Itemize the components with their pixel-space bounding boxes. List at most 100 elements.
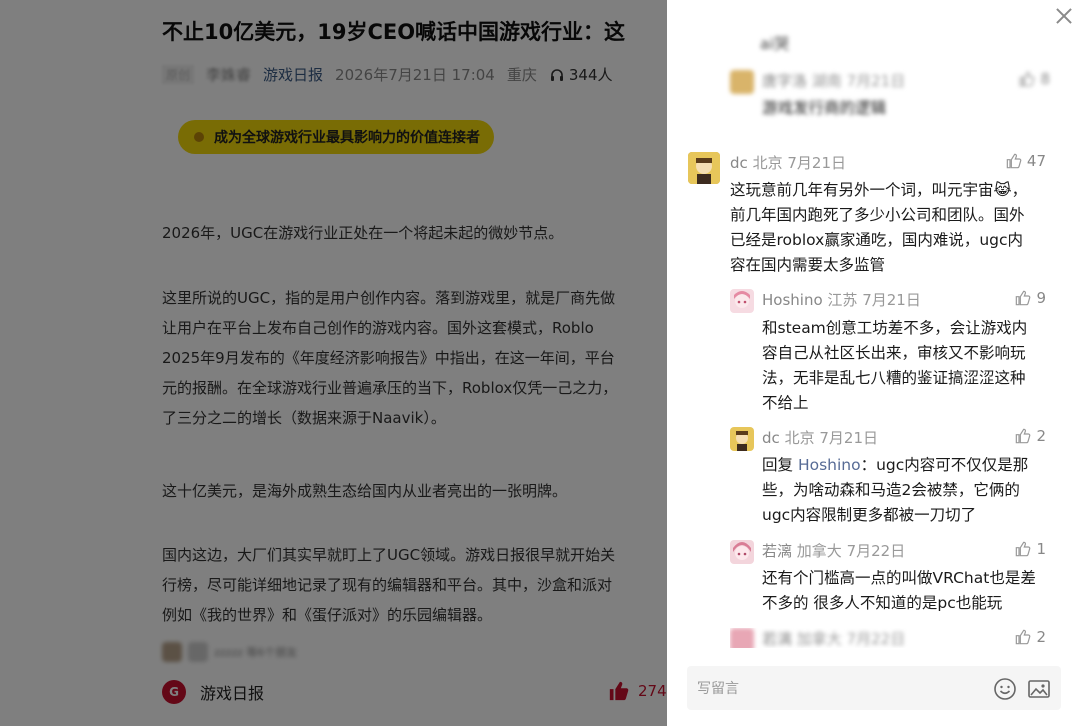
article-line: 行榜，尽可能详细地记录了现有的编辑器和平台。其中，沙盒和派对 [162,576,613,594]
reply-to-name[interactable]: Hoshino [798,456,861,474]
article-line: 2025年9月发布的《年度经济影响报告》中指出，在这一年间，平台 [162,349,615,367]
comments-panel: ai哭 唐字洛 湖南 7月21日 8 游戏发行商的逻辑 dc 北京 7月21日 … [667,0,1080,726]
comment-header: 若漓 加拿大 7月22日 [762,540,905,561]
comment-text: 游戏发行商的逻辑 [762,99,887,117]
thumbs-up-icon [1020,71,1035,87]
account-name[interactable]: 游戏日报 [200,680,264,704]
thumbs-up-icon [1016,541,1031,557]
commenter-avatar[interactable] [730,540,754,564]
comment-like-button[interactable]: 2 [1015,628,1046,646]
commenter-avatar[interactable] [730,628,754,648]
article-line: 让用户在平台上发布自己创作的游戏内容。国外这套模式，Roblo [162,319,594,337]
comment-line: 和steam创意工坊差不多，会让游戏内 [762,319,1028,337]
thumbs-up-icon [1016,428,1031,444]
article-line: 例如《我的世界》和《蛋仔派对》的乐园编辑器。 [162,606,493,624]
commenter-avatar[interactable] [730,70,754,94]
avatar-image [688,152,720,184]
comment-reply-item: 若漓 加拿大 7月22日 2 [730,628,1046,648]
comment-header: dc 北京 7月21日 [762,427,878,448]
commenter-avatar[interactable] [730,289,754,313]
article-paragraph: 2026年，UGC在游戏行业正处在一个将起未起的微妙节点。 [162,218,563,248]
comment-location: 北京 [752,154,783,172]
comment-header: Hoshino 江苏 7月21日 [762,289,921,310]
comment-date: 7月21日 [846,72,906,90]
comment-like-button[interactable]: 2 [1015,427,1046,445]
comment-date: 7月22日 [846,630,906,648]
comment-location: 江苏 [827,291,858,309]
article-line: 国内这边，大厂们其实早就盯上了UGC领域。游戏日报很早就开始关 [162,546,616,564]
close-icon[interactable] [1052,4,1076,28]
comment-reply-item: Hoshino 江苏 7月21日 9 和steam创意工坊差不多，会让游戏内 容… [730,289,1046,417]
comment-like-button[interactable]: 8 [1019,70,1050,88]
smiley-icon[interactable] [993,677,1017,705]
comment-text: 回复 Hoshino：ugc内容可不仅仅是那 些，为啥动森和马造2会被禁，它俩的… [762,453,1028,528]
comment-text: 和steam创意工坊差不多，会让游戏内 容自己从社区长出来，审核又不影响玩 法，… [762,316,1027,416]
comment-like-count: 47 [1026,152,1046,170]
image-icon[interactable] [1027,677,1051,705]
thumbs-up-icon [1016,290,1031,306]
friend-reactions-text: zzzzz 等6个朋友 [214,646,298,659]
comment-line: 些，为啥动森和马造2会被禁，它俩的 [762,481,1020,499]
comment-date: 7月21日 [819,429,878,447]
comment-header: dc 北京 7月21日 [730,152,846,173]
comment-like-count: 2 [1036,628,1046,646]
headphones-icon [550,68,563,81]
comment-line: 不多的 很多人不知道的是pc也能玩 [762,594,1003,612]
comment-input[interactable]: 写留言 [687,666,1061,710]
banner-text: 成为全球游戏行业最具影响力的价值连接者 [214,130,480,146]
commenter-name[interactable]: 若漓 [762,542,792,560]
comment-reply-item: 若漓 加拿大 7月22日 1 还有个门槛高一点的叫做VRChat也是差 不多的 … [730,540,1046,616]
publish-location: 重庆 [506,66,537,84]
article-like-button[interactable]: 274 [608,680,667,702]
article-title: 不止10亿美元，19岁CEO喊话中国游戏行业：这 [162,20,626,44]
comment-date: 7月21日 [787,154,846,172]
article-bottom-bar: G 游戏日报 274 [162,680,667,704]
comment-line: ugc内容限制更多都被一刀切了 [762,506,977,524]
comment-line: 还有个门槛高一点的叫做VRChat也是差 [762,569,1036,587]
author-name[interactable]: 李姝睿 [206,64,251,85]
commenter-name[interactable]: dc [730,154,748,172]
article-line: 元的报酬。在全球游戏行业普遍承压的当下，Roblox仅凭一己之力， [162,379,618,397]
comment-like-button[interactable]: 47 [1006,152,1046,170]
article-line: 了三分之二的增长（数据来源于Naavik）。 [162,409,446,427]
thumbs-up-icon [609,681,629,701]
commenter-avatar[interactable] [730,427,754,451]
comment-like-count: 1 [1036,540,1046,558]
reply-colon: ： [860,456,877,474]
comment-line: 不给上 [762,394,809,412]
audience-count[interactable]: 344人 [549,64,613,85]
account-logo[interactable]: G [162,680,186,704]
commenter-name[interactable]: Hoshino [762,291,823,309]
comment-line: 容自己从社区长出来，审核又不影响玩 [762,344,1026,362]
comment-text: ai哭 [760,35,790,53]
commenter-name[interactable]: 若漓 [762,630,792,648]
source-account-link[interactable]: 游戏日报 [263,64,323,85]
comment-date: 7月22日 [846,542,906,560]
thumbs-up-icon [1016,629,1031,645]
commenter-name[interactable]: 唐字洛 [762,72,807,90]
friend-avatar [188,642,208,662]
article-line: 这里所说的UGC，指的是用户创作内容。落到游戏里，就是厂商先做 [162,289,616,307]
comment-text: 这玩意前几年有另外一个词，叫元宇宙😹， 前几年国内跑死了多少小公司和团队。国外 … [730,178,1027,278]
comment-text: 还有个门槛高一点的叫做VRChat也是差 不多的 很多人不知道的是pc也能玩 [762,566,1036,616]
comment-line: 容在国内需要太多监管 [730,256,886,274]
comment-line: 前几年国内跑死了多少小公司和团队。国外 [730,206,1025,224]
reply-prefix: 回复 [762,456,798,474]
avatar-image [730,540,754,564]
commenter-avatar[interactable] [688,152,720,184]
comment-like-button[interactable]: 1 [1015,540,1046,558]
audience-count-label: 344人 [568,66,613,84]
commenter-name[interactable]: dc [762,429,780,447]
slogan-banner: 成为全球游戏行业最具影响力的价值连接者 [178,120,494,154]
friend-reactions: zzzzz 等6个朋友 [162,642,297,662]
comment-item: 唐字洛 湖南 7月21日 8 游戏发行商的逻辑 [730,70,1050,120]
article-paragraph: 这里所说的UGC，指的是用户创作内容。落到游戏里，就是厂商先做 让用户在平台上发布… [162,283,617,433]
comment-like-button[interactable]: 9 [1015,289,1046,307]
comment-like-count: 9 [1036,289,1046,307]
comment-location: 北京 [784,429,815,447]
banner-dot-icon [194,132,204,142]
comment-item: dc 北京 7月21日 47 这玩意前几年有另外一个词，叫元宇宙😹， 前几年国内… [688,152,1046,282]
friend-avatar [162,642,182,662]
comment-date: 7月21日 [862,291,921,309]
article-meta: 原创 李姝睿 游戏日报 2026年7月21日 17:04 重庆 344人 [162,64,613,85]
